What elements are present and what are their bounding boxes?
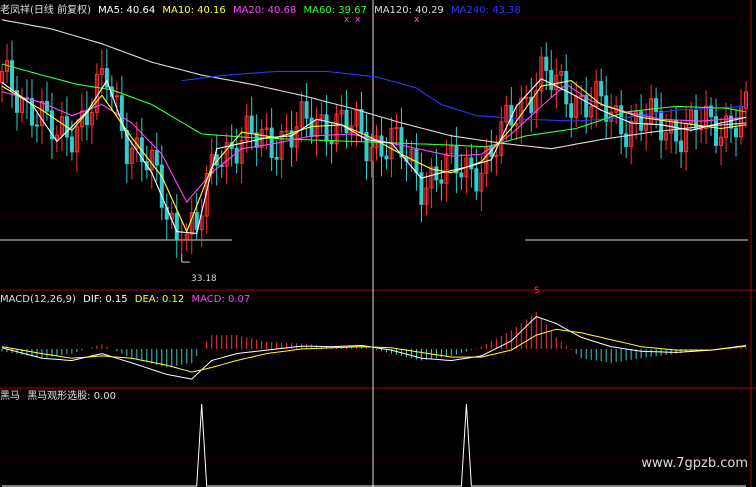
candle-body <box>114 95 119 98</box>
candle-body <box>154 150 159 166</box>
candle-body <box>269 127 274 158</box>
ma240-label: MA240: 43.38 <box>450 5 521 16</box>
ma-line-ma5 <box>1 78 747 234</box>
sell-marker: S <box>534 286 540 296</box>
ma120-label: MA120: 40.29 <box>374 5 444 16</box>
candle-body <box>564 71 569 105</box>
low-price-label: 33.18 <box>191 274 217 284</box>
candle-body <box>384 155 389 160</box>
main-panel-title: 老凤祥(日线 前复权) <box>0 5 91 16</box>
candle-body <box>344 109 349 134</box>
candle-body <box>469 157 474 170</box>
candle-body <box>654 98 659 112</box>
candle-body <box>714 116 719 146</box>
ma10-label: MA10: 40.16 <box>162 5 226 16</box>
candle-body <box>544 56 549 71</box>
candle-body <box>439 179 444 184</box>
candle-body <box>159 164 164 208</box>
main-legend: 老凤祥(日线 前复权) MA5: 40.64 MA10: 40.16 MA20:… <box>0 5 525 17</box>
candle-body <box>174 212 179 240</box>
black-horse-line <box>2 403 746 487</box>
candle-body <box>524 96 529 99</box>
ma20-label: MA20: 40.68 <box>232 5 297 16</box>
candle-body <box>329 140 334 145</box>
watermark: www.7gpzb.com <box>641 456 748 471</box>
ma60-label: MA60: 39.67 <box>303 5 367 16</box>
dea-label: DEA: 0.12 <box>134 294 185 305</box>
candle-body <box>729 115 734 129</box>
candle-body <box>304 101 309 119</box>
candle-body <box>69 136 74 153</box>
candle-body <box>9 60 14 92</box>
dif-label: DIF: 0.15 <box>83 294 128 305</box>
candle-body <box>284 130 289 133</box>
candle-body <box>474 168 479 192</box>
bottom-legend: 黑马 黑马观形选股: 0.00 <box>0 391 120 403</box>
candle-body <box>549 69 554 90</box>
candle-body <box>569 103 574 118</box>
candle-body <box>34 124 39 127</box>
ma-line-ma120 <box>1 19 747 150</box>
candle-body <box>599 81 604 97</box>
candle-body <box>734 127 739 138</box>
candle-body <box>234 147 239 164</box>
macd-label: MACD: 0.07 <box>191 294 251 305</box>
macd-legend: MACD(12,26,9) DIF: 0.15 DEA: 0.12 MACD: … <box>0 294 254 306</box>
candle-body <box>659 110 664 141</box>
candle-body <box>604 95 609 122</box>
dif-line <box>1 316 747 380</box>
candle-body <box>674 119 679 142</box>
candle-body <box>249 115 254 134</box>
candle-body <box>179 238 184 241</box>
macd-panel-title: MACD(12,26,9) <box>0 294 76 305</box>
candle-body <box>44 100 49 112</box>
candle-body <box>399 127 404 158</box>
bottom-indicator-label: 黑马观形选股: 0.00 <box>27 391 117 402</box>
candle-body <box>394 127 399 130</box>
stock-chart: x x xS <box>0 0 756 487</box>
candle-body <box>694 109 699 130</box>
ma-line-ma10 <box>1 80 747 234</box>
candle-body <box>494 154 499 157</box>
candle-body <box>29 98 34 126</box>
ma-line-ma20 <box>1 83 747 204</box>
candle-body <box>579 95 584 98</box>
candle-body <box>274 156 279 160</box>
bottom-panel-title: 黑马 <box>0 391 20 402</box>
ma5-label: MA5: 40.64 <box>98 5 156 16</box>
candle-body <box>324 114 329 142</box>
candle-body <box>459 172 464 178</box>
candle-body <box>679 140 684 153</box>
candle-body <box>379 135 384 157</box>
candle-body <box>359 108 364 133</box>
